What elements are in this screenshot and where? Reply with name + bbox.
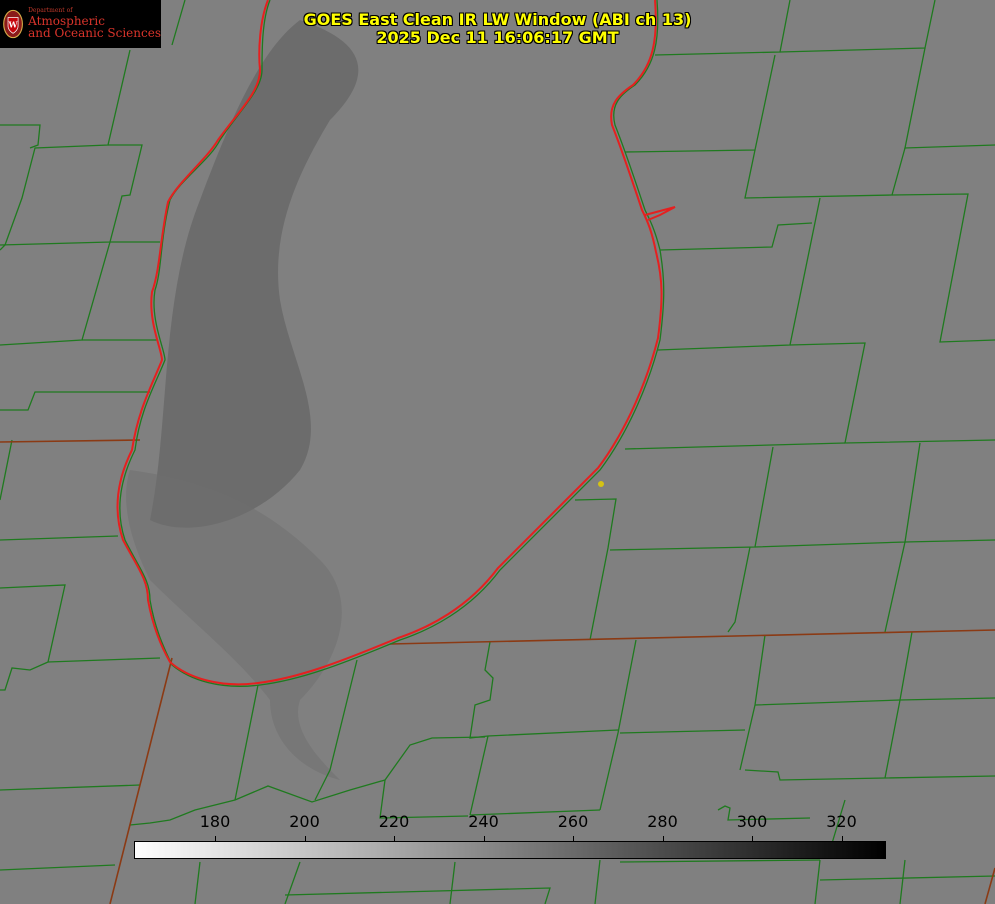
colorbar-tick-label: 260 [557,812,589,831]
colorbar [134,841,886,859]
colorbar-tick-label: 280 [647,812,678,831]
colorbar-tick-label: 300 [736,812,768,831]
colorbar-tick-label: 320 [826,812,857,831]
location-marker [598,481,604,487]
colorbar-tick-label: 220 [378,812,410,831]
image-title: GOES East Clean IR LW Window (ABI ch 13)… [0,11,995,47]
satellite-map [0,0,995,904]
title-line1: GOES East Clean IR LW Window (ABI ch 13) [303,10,692,29]
colorbar-tick-label: 200 [289,812,320,831]
title-line2: 2025 Dec 11 16:06:17 GMT [376,28,619,47]
colorbar-tick-label: 180 [199,812,231,831]
colorbar-tick-label: 240 [468,812,499,831]
